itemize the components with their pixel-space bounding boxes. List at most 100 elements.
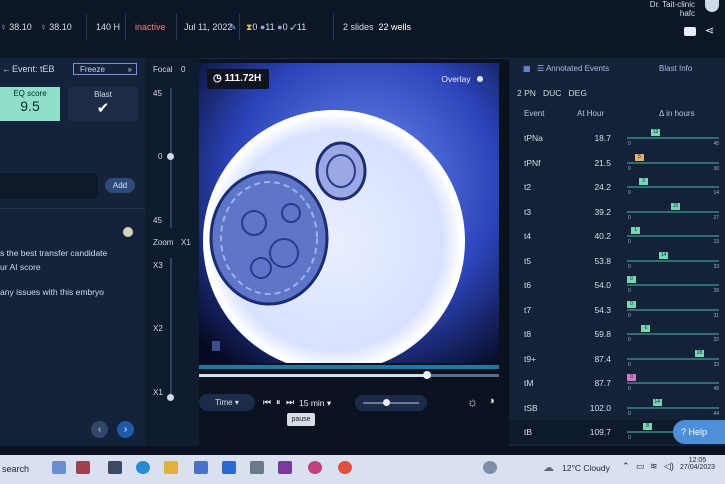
interval-dropdown[interactable]: 15 min ▾ xyxy=(299,398,331,409)
brightness-icon[interactable]: ☼ xyxy=(467,395,478,409)
focal-tick-bottom: 45 xyxy=(153,216,162,225)
chevron-down-icon: ▾ xyxy=(232,398,239,407)
table-row[interactable]: t2 24.2 3 0 14 xyxy=(509,175,725,199)
overlay-toggle[interactable]: Overlay xyxy=(441,74,483,84)
delta-min: 0 xyxy=(628,214,631,221)
delta-min: 0 xyxy=(628,410,631,417)
avatar[interactable] xyxy=(705,0,719,12)
blast-card[interactable]: Blast ✔ xyxy=(68,87,138,121)
share-icon[interactable]: ⋖ xyxy=(705,24,714,37)
speed-slider-handle[interactable] xyxy=(383,399,390,406)
task-view-icon[interactable] xyxy=(108,461,122,474)
left-panel: ← Event: tEB Freeze » EQ score 9.5 Blast… xyxy=(0,58,145,446)
edge-icon[interactable] xyxy=(136,461,150,474)
table-row[interactable]: t9+ 87.4 28 0 33 xyxy=(509,347,725,371)
video-icon[interactable] xyxy=(684,27,696,36)
event-name: tSB xyxy=(524,402,538,413)
edit-icon[interactable]: ✎ xyxy=(229,22,237,33)
cloud-icon: ☁ xyxy=(543,462,554,474)
info-icon[interactable] xyxy=(123,227,133,237)
clock[interactable]: 12:05 27/04/2023 xyxy=(680,457,715,471)
event-name: t5 xyxy=(524,255,532,266)
add-button[interactable]: Add xyxy=(105,178,135,193)
table-row[interactable]: tM 87.7 0 0 48 xyxy=(509,371,725,395)
app-icon[interactable] xyxy=(76,461,90,474)
store-icon[interactable] xyxy=(222,461,236,474)
delta-min: 0 xyxy=(628,141,631,147)
arrow-left-icon[interactable]: ← xyxy=(2,64,11,74)
user-block[interactable]: Dr. Tait-clinic hafc xyxy=(650,0,695,18)
focal-slider-handle[interactable] xyxy=(167,153,174,160)
weather-text[interactable]: 12°C Cloudy xyxy=(562,463,610,473)
timeline-slider[interactable] xyxy=(199,371,499,379)
table-row[interactable]: tPNf 21.5 5 0 30 xyxy=(509,151,725,175)
timeline-handle[interactable] xyxy=(423,371,431,379)
embryo-viewer[interactable]: ◷ 111.72H Overlay xyxy=(199,63,499,363)
delta-max: 33 xyxy=(713,263,719,270)
filter-duc[interactable]: DUC xyxy=(543,88,561,98)
event-hour: 59.8 xyxy=(594,329,611,339)
event-name: tPNa xyxy=(524,133,543,143)
next-button[interactable]: › xyxy=(117,421,134,438)
grid-icon: ▦ xyxy=(523,64,531,73)
folder-icon[interactable] xyxy=(164,461,178,474)
focal-value: 0 xyxy=(181,65,186,74)
search-box[interactable]: search xyxy=(2,464,29,474)
volume-icon[interactable]: ◁) xyxy=(664,461,674,472)
help-icon: ? xyxy=(681,427,687,437)
app-icon[interactable] xyxy=(483,461,497,474)
table-row[interactable]: t8 59.8 6 0 32 xyxy=(509,322,725,346)
tab-blast-info[interactable]: Blast Info xyxy=(659,64,692,73)
events-tabs: ▦ ☰ Annotated Events Blast Info xyxy=(509,58,725,80)
zoom-label: Zoom xyxy=(153,238,174,247)
weather-widget-icon[interactable] xyxy=(52,461,66,474)
table-row[interactable]: t3 39.2 15 0 27 xyxy=(509,200,725,224)
app-icon[interactable] xyxy=(250,461,264,474)
table-row[interactable]: t5 53.8 14 0 33 xyxy=(509,249,725,273)
delta-marker: 0 xyxy=(627,300,636,308)
display-icon[interactable]: ▭ xyxy=(636,461,645,472)
event-hour: 21.5 xyxy=(594,157,611,168)
column-delta: Δ in hours xyxy=(659,109,695,118)
filter-deg[interactable]: DEG xyxy=(569,88,587,98)
zoom-slider[interactable] xyxy=(170,258,172,398)
focal-zoom-panel: Focal 0 45 0 45 Zoom X1 X3 X2 X1 xyxy=(145,58,199,446)
delta-max: 30 xyxy=(713,165,719,172)
table-row[interactable]: t7 54.3 0 0 31 xyxy=(509,298,725,322)
speed-slider[interactable] xyxy=(355,395,427,411)
contrast-icon[interactable]: ◑ xyxy=(488,395,495,407)
user-name: hafc xyxy=(679,9,695,18)
focal-tick-top: 45 xyxy=(153,89,162,98)
event-name: t7 xyxy=(524,304,532,315)
help-button[interactable]: ? Help xyxy=(673,420,725,444)
pause-icon[interactable]: ⏸ xyxy=(276,397,281,408)
app-icon[interactable] xyxy=(308,461,322,474)
delta-marker: 28 xyxy=(695,349,704,357)
app-icon[interactable] xyxy=(194,461,208,474)
skip-forward-icon[interactable]: ⏭ xyxy=(286,397,294,408)
table-row[interactable]: t6 54.0 0 0 28 xyxy=(509,273,725,297)
app-icon[interactable] xyxy=(278,461,292,474)
skip-back-icon[interactable]: ⏮ xyxy=(263,397,271,408)
table-row[interactable]: tSB 102.0 14 0 44 xyxy=(509,396,725,420)
time-mode-dropdown[interactable]: Time ▾ xyxy=(199,394,255,411)
zoom-slider-handle[interactable] xyxy=(167,394,174,401)
wifi-icon[interactable]: ≋ xyxy=(650,461,658,472)
table-row[interactable]: tPNa 18.7 13 0 45 xyxy=(509,126,725,150)
chrome-icon[interactable] xyxy=(338,461,352,474)
chevron-up-icon[interactable]: ⌃ xyxy=(622,461,630,472)
filter-2pn[interactable]: 2 PN xyxy=(517,88,536,98)
delta-min: 0 xyxy=(628,239,631,245)
table-row[interactable]: t4 40.2 1 0 23 xyxy=(509,224,725,248)
tab-annotated-events[interactable]: ☰ Annotated Events xyxy=(537,64,609,73)
comment-input[interactable] xyxy=(0,173,98,199)
delta-marker: 1 xyxy=(631,227,640,234)
freeze-button[interactable]: Freeze » xyxy=(73,63,137,75)
ai-note-line-2: ur AI score xyxy=(0,262,41,272)
delta-range-bar xyxy=(627,186,719,188)
event-name: t6 xyxy=(524,280,532,290)
previous-button[interactable]: ‹ xyxy=(91,421,108,438)
count-group: ⧗0 ●11 ●0 ✓11 xyxy=(246,22,307,32)
timeline-progress xyxy=(199,374,427,377)
delta-max: 48 xyxy=(713,386,719,392)
